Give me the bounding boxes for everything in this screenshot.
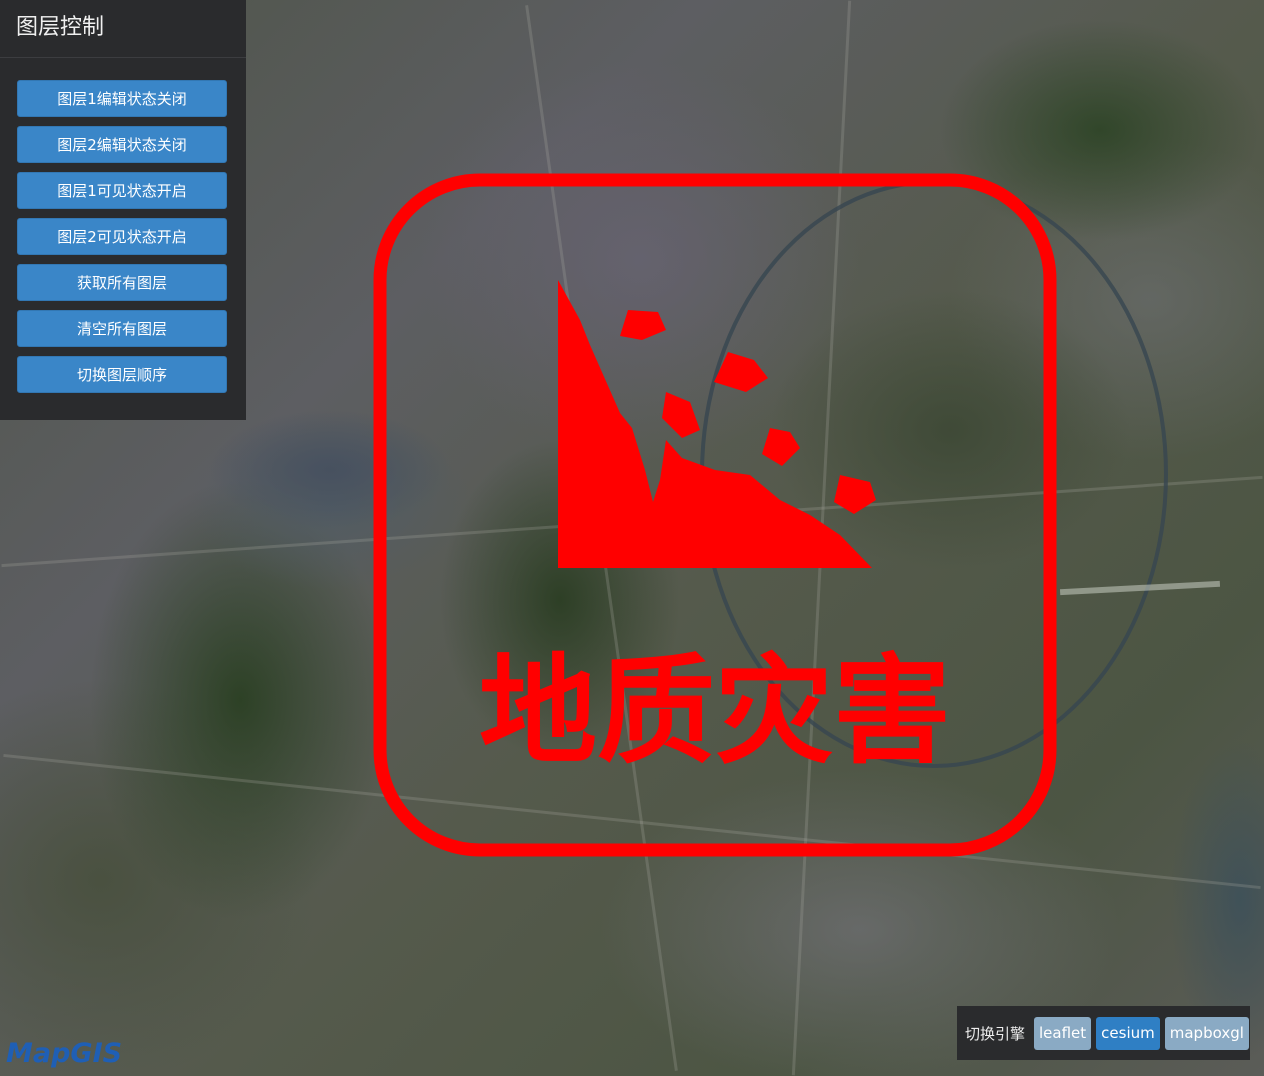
layer2-visibility-toggle-button[interactable]: 图层2可见状态开启: [17, 218, 227, 255]
landslide-slope-icon: [558, 280, 872, 568]
mapgis-logo: MapGIS: [6, 1038, 122, 1069]
layer2-edit-toggle-button[interactable]: 图层2编辑状态关闭: [17, 126, 227, 163]
switch-layer-order-button[interactable]: 切换图层顺序: [17, 356, 227, 393]
geological-hazard-logo: 地质灾害: [373, 173, 1057, 857]
logo-text: 地质灾害: [479, 642, 951, 780]
panel-button-list: 图层1编辑状态关闭 图层2编辑状态关闭 图层1可见状态开启 图层2可见状态开启 …: [0, 58, 246, 393]
mapgis-logo-text: MapGIS: [6, 1038, 122, 1069]
engine-leaflet-button[interactable]: leaflet: [1034, 1016, 1092, 1050]
engine-mapboxgl-button[interactable]: mapboxgl: [1164, 1016, 1249, 1050]
get-all-layers-button[interactable]: 获取所有图层: [17, 264, 227, 301]
layer1-visibility-toggle-button[interactable]: 图层1可见状态开启: [17, 172, 227, 209]
falling-rock-icon: [762, 428, 800, 466]
clear-all-layers-button[interactable]: 清空所有图层: [17, 310, 227, 347]
falling-rock-icon: [620, 310, 666, 340]
falling-rock-icon: [714, 352, 768, 392]
panel-title: 图层控制: [0, 0, 246, 58]
engine-switcher-label: 切换引擎: [965, 1024, 1026, 1043]
falling-rock-icon: [662, 392, 700, 438]
engine-switcher: 切换引擎 leaflet cesium mapboxgl: [957, 1006, 1250, 1060]
engine-cesium-button[interactable]: cesium: [1096, 1016, 1160, 1050]
falling-rock-icon: [834, 475, 876, 514]
layer1-edit-toggle-button[interactable]: 图层1编辑状态关闭: [17, 80, 227, 117]
layer-control-panel: 图层控制 图层1编辑状态关闭 图层2编辑状态关闭 图层1可见状态开启 图层2可见…: [0, 0, 246, 420]
